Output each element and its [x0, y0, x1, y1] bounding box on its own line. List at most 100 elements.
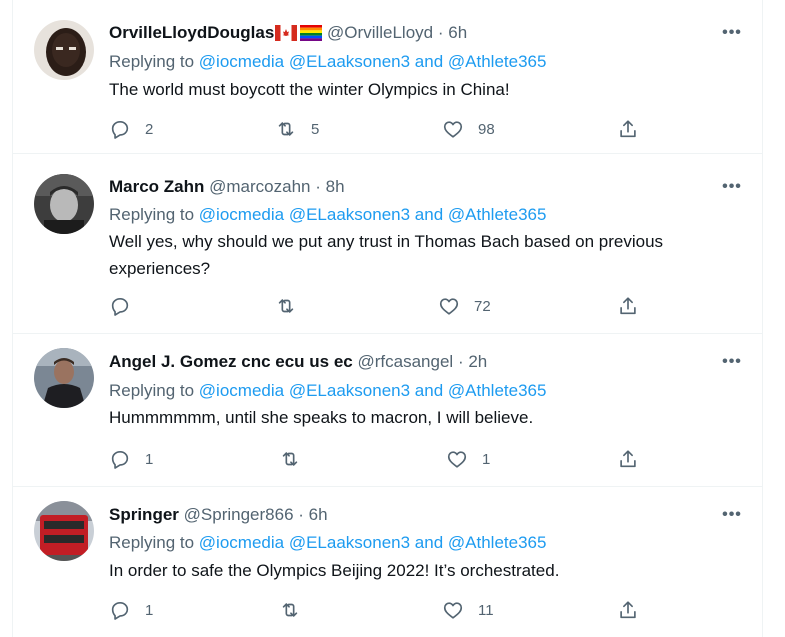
reply-icon	[111, 451, 129, 469]
handle[interactable]: @Springer866	[184, 505, 294, 524]
mention-link[interactable]: @iocmedia	[199, 205, 284, 224]
mention-conjunction[interactable]: and	[415, 52, 443, 71]
tweet-header: Angel J. Gomez cnc ecu us ec @rfcasangel…	[109, 351, 487, 373]
retweet-icon	[278, 299, 294, 313]
tweet-header: Springer @Springer866 · 6h	[109, 504, 328, 526]
share-icon	[620, 601, 636, 619]
reply-button[interactable]	[109, 294, 145, 318]
tweet[interactable]: Angel J. Gomez cnc ecu us ec @rfcasangel…	[13, 334, 762, 487]
mention-conjunction[interactable]: and	[415, 533, 443, 552]
handle[interactable]: @rfcasangel	[358, 352, 454, 371]
tweet[interactable]: Marco Zahn @marcozahn · 8h ••• Replying …	[13, 154, 762, 334]
mention-link[interactable]: @ELaaksonen3	[289, 52, 410, 71]
share-button[interactable]	[617, 294, 639, 318]
tweet-text: In order to safe the Olympics Beijing 20…	[109, 561, 560, 580]
reply-icon	[111, 298, 129, 316]
tweet-text: Hummmmmm, until she speaks to macron, I …	[109, 408, 534, 427]
avatar[interactable]	[34, 174, 94, 234]
retweet-button[interactable]	[279, 598, 315, 622]
display-name[interactable]: Springer	[109, 505, 179, 524]
tweet[interactable]: Springer @Springer866 · 6h ••• Replying …	[13, 487, 762, 637]
mention-link[interactable]: @iocmedia	[199, 533, 284, 552]
separator: ·	[315, 177, 321, 196]
mention-link[interactable]: @Athlete365	[448, 533, 547, 552]
mention-conjunction[interactable]: and	[415, 381, 443, 400]
share-icon	[620, 450, 636, 468]
reply-button[interactable]: 2	[109, 117, 153, 141]
mention-link[interactable]: @Athlete365	[448, 381, 547, 400]
heart-icon	[443, 121, 463, 138]
separator: ·	[298, 505, 304, 524]
mention-link[interactable]: @iocmedia	[199, 381, 284, 400]
separator: ·	[437, 23, 444, 42]
tweet-text: Well yes, why should we put any trust in…	[109, 232, 664, 278]
reply-icon	[111, 121, 129, 139]
share-button[interactable]	[617, 117, 639, 141]
share-icon	[620, 297, 636, 315]
reply-count: 1	[145, 601, 154, 619]
tweet-header: OrvilleLloydDouglas @OrvilleLloyd · 6h	[109, 22, 467, 47]
mention-link[interactable]: @Athlete365	[448, 205, 547, 224]
heart-icon	[443, 602, 463, 619]
more-icon[interactable]: •••	[720, 354, 744, 376]
like-count: 1	[482, 450, 491, 468]
avatar[interactable]	[34, 501, 94, 561]
timestamp[interactable]: 8h	[326, 177, 345, 196]
timestamp[interactable]: 6h	[448, 23, 467, 42]
reply-button[interactable]: 1	[109, 598, 153, 622]
like-button[interactable]: 98	[442, 117, 495, 141]
rainbow-flag-icon	[300, 25, 323, 47]
replying-label: Replying to	[109, 381, 195, 400]
mention-link[interactable]: @iocmedia	[199, 52, 284, 71]
mention-conjunction[interactable]: and	[415, 205, 443, 224]
display-name[interactable]: OrvilleLloydDouglas	[109, 23, 274, 42]
share-button[interactable]	[617, 598, 639, 622]
reply-feed: OrvilleLloydDouglas @OrvilleLloyd · 6h •…	[12, 0, 763, 637]
like-count: 98	[478, 120, 495, 138]
retweet-button[interactable]	[279, 447, 315, 471]
display-name[interactable]: Angel J. Gomez cnc ecu us ec	[109, 352, 353, 371]
display-name[interactable]: Marco Zahn	[109, 177, 204, 196]
tweet-text: The world must boycott the winter Olympi…	[109, 80, 510, 99]
retweet-button[interactable]: 5	[275, 117, 319, 141]
replying-to: Replying to @iocmedia @ELaaksonen3 and @…	[109, 204, 546, 226]
retweet-icon	[282, 452, 298, 466]
handle[interactable]: @marcozahn	[209, 177, 310, 196]
reply-button[interactable]: 1	[109, 447, 153, 471]
tweet[interactable]: OrvilleLloydDouglas @OrvilleLloyd · 6h •…	[13, 0, 762, 154]
timestamp[interactable]: 6h	[309, 505, 328, 524]
heart-icon	[447, 451, 467, 468]
like-button[interactable]: 1	[446, 447, 490, 471]
timestamp[interactable]: 2h	[468, 352, 487, 371]
mention-link[interactable]: @Athlete365	[448, 52, 547, 71]
mention-link[interactable]: @ELaaksonen3	[289, 381, 410, 400]
reply-count: 2	[145, 120, 154, 138]
like-button[interactable]: 11	[442, 598, 494, 622]
handle[interactable]: @OrvilleLloyd	[327, 23, 433, 42]
replying-label: Replying to	[109, 533, 195, 552]
like-count: 72	[474, 297, 491, 315]
mention-link[interactable]: @ELaaksonen3	[289, 205, 410, 224]
replying-label: Replying to	[109, 205, 195, 224]
tweet-header: Marco Zahn @marcozahn · 8h	[109, 176, 345, 198]
retweet-count: 5	[311, 120, 320, 138]
replying-to: Replying to @iocmedia @ELaaksonen3 and @…	[109, 51, 546, 73]
retweet-icon	[282, 603, 298, 617]
retweet-icon	[278, 122, 294, 136]
avatar[interactable]	[34, 20, 94, 80]
separator: ·	[457, 352, 464, 371]
like-button[interactable]: 72	[438, 294, 491, 318]
share-icon	[620, 120, 636, 138]
more-icon[interactable]: •••	[720, 507, 744, 529]
heart-icon	[439, 298, 459, 315]
retweet-button[interactable]	[275, 294, 311, 318]
canada-flag-icon	[275, 25, 298, 47]
more-icon[interactable]: •••	[720, 25, 744, 47]
like-count: 11	[478, 601, 494, 619]
share-button[interactable]	[617, 447, 639, 471]
avatar[interactable]	[34, 348, 94, 408]
replying-to: Replying to @iocmedia @ELaaksonen3 and @…	[109, 532, 546, 554]
more-icon[interactable]: •••	[720, 179, 744, 201]
replying-label: Replying to	[109, 52, 195, 71]
mention-link[interactable]: @ELaaksonen3	[289, 533, 410, 552]
